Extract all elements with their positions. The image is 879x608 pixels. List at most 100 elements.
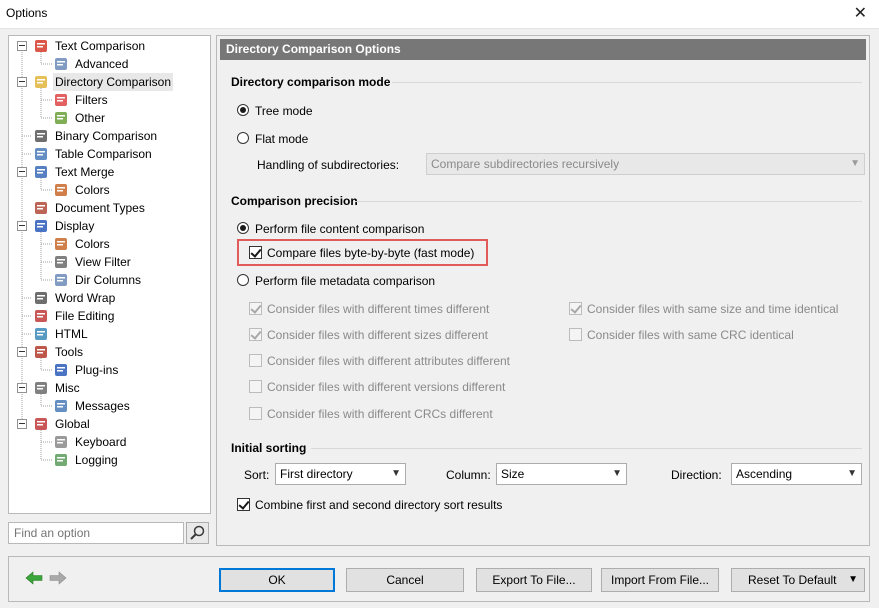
collapse-toggle-icon[interactable] <box>17 77 27 87</box>
tree-item-label: Document Types <box>55 201 145 215</box>
collapse-toggle-icon[interactable] <box>17 347 27 357</box>
checkbox-checked <box>249 328 262 341</box>
html-icon <box>33 326 49 342</box>
tree-item-label: Plug-ins <box>75 363 119 377</box>
binary-comparison-icon <box>33 128 49 144</box>
direction-value: Ascending <box>736 467 793 481</box>
checkbox-unchecked <box>249 380 262 393</box>
table-comparison-icon <box>33 146 49 162</box>
chevron-down-icon[interactable]: ▼ <box>848 569 858 591</box>
checkbox-unchecked <box>569 328 582 341</box>
collapse-toggle-icon[interactable] <box>17 41 27 51</box>
reset-label: Reset To Default <box>748 573 837 587</box>
palette-icon <box>53 236 69 252</box>
tree-item-label: Colors <box>75 237 110 251</box>
misc-icon <box>33 380 49 396</box>
direction-select[interactable]: Ascending ▼ <box>731 463 862 485</box>
plugins-icon <box>53 362 69 378</box>
attributes-label: Consider files with different attributes… <box>267 354 511 368</box>
divider <box>355 201 862 202</box>
cancel-button[interactable]: Cancel <box>346 568 464 592</box>
same-crc-label: Consider files with same CRC identical <box>587 328 794 342</box>
collapse-toggle-icon[interactable] <box>17 167 27 177</box>
tools-icon <box>33 344 49 360</box>
byte-by-byte-label: Compare files byte-by-byte (fast mode) <box>267 246 475 260</box>
checkbox-unchecked <box>249 407 262 420</box>
view-filter-icon <box>53 254 69 270</box>
close-icon[interactable]: ✕ <box>854 3 867 23</box>
checkbox-checked <box>249 246 262 259</box>
window-title: Options <box>6 6 48 20</box>
checkbox-unchecked <box>249 354 262 367</box>
tree-item-label: Display <box>55 219 95 233</box>
import-button[interactable]: Import From File... <box>601 568 719 592</box>
divider <box>311 448 862 449</box>
sizes-label: Consider files with different sizes diff… <box>267 328 488 342</box>
palette-icon <box>53 182 69 198</box>
tree-item-label: Table Comparison <box>55 147 152 161</box>
collapse-toggle-icon[interactable] <box>17 383 27 393</box>
directory-comparison-icon <box>33 74 49 90</box>
tree-item-label: Filters <box>75 93 108 107</box>
chevron-down-icon: ▼ <box>850 158 860 169</box>
tree-mode-label: Tree mode <box>255 104 313 118</box>
back-arrow-icon[interactable] <box>25 571 43 585</box>
checkbox-checked <box>569 302 582 315</box>
combine-sort-label: Combine first and second directory sort … <box>255 498 503 512</box>
search-button[interactable] <box>186 522 209 544</box>
tree-item-label: Advanced <box>75 57 129 71</box>
chevron-down-icon: ▼ <box>612 468 622 479</box>
word-wrap-icon <box>33 290 49 306</box>
versions-label: Consider files with different versions d… <box>267 380 506 394</box>
checkbox-checked <box>249 302 262 315</box>
tree-item-label: View Filter <box>75 255 131 269</box>
sort-select[interactable]: First directory ▼ <box>275 463 406 485</box>
tree-item-label: Other <box>75 111 106 125</box>
advanced-settings-icon <box>53 56 69 72</box>
dir-columns-icon <box>53 272 69 288</box>
tree-item-label: Directory Comparison <box>53 73 174 91</box>
mode-section-title: Directory comparison mode <box>231 75 391 89</box>
radio-unselected <box>237 132 249 144</box>
content-comparison-label: Perform file content comparison <box>255 222 425 236</box>
tree-item-label: Text Merge <box>55 165 115 179</box>
column-value: Size <box>501 467 525 481</box>
text-merge-icon <box>33 164 49 180</box>
subdirs-value: Compare subdirectories recursively <box>431 157 620 171</box>
divider <box>392 82 862 83</box>
tree-item-label: Global <box>55 417 90 431</box>
radio-selected <box>237 104 249 116</box>
file-editing-icon <box>33 308 49 324</box>
tree-item-label: Binary Comparison <box>55 129 158 143</box>
tree-item-label: File Editing <box>55 309 115 323</box>
text-comparison-icon <box>33 38 49 54</box>
chevron-down-icon: ▼ <box>391 468 401 479</box>
forward-arrow-icon[interactable] <box>49 571 67 585</box>
tree-item-label: Word Wrap <box>55 291 116 305</box>
collapse-toggle-icon[interactable] <box>17 419 27 429</box>
title-bar: Options ✕ <box>0 0 879 29</box>
tree-item-label: Colors <box>75 183 110 197</box>
reset-button[interactable]: Reset To Default ▼ <box>731 568 865 592</box>
ok-button[interactable]: OK <box>219 568 335 592</box>
display-monitor-icon <box>33 218 49 234</box>
radio-selected <box>237 222 249 234</box>
column-select[interactable]: Size ▼ <box>496 463 627 485</box>
logging-icon <box>53 452 69 468</box>
tree-item-label: Tools <box>55 345 84 359</box>
chevron-down-icon: ▼ <box>847 468 857 479</box>
export-button[interactable]: Export To File... <box>476 568 592 592</box>
tree-item-label: Misc <box>55 381 80 395</box>
collapse-toggle-icon[interactable] <box>17 221 27 231</box>
metadata-comparison-label: Perform file metadata comparison <box>255 274 436 288</box>
same-size-time-label: Consider files with same size and time i… <box>587 302 839 316</box>
checkbox-checked <box>237 498 250 511</box>
subdirs-label: Handling of subdirectories: <box>257 158 400 172</box>
tree-item-label: Keyboard <box>75 435 127 449</box>
options-tree[interactable]: Text Comparison Advanced Directory Compari… <box>8 35 211 514</box>
crcs-label: Consider files with different CRCs diffe… <box>267 407 493 421</box>
tree-item-label: Text Comparison <box>55 39 146 53</box>
subdirs-select[interactable]: Compare subdirectories recursively ▼ <box>426 153 865 175</box>
tree-item-label: Messages <box>75 399 130 413</box>
search-input[interactable] <box>8 522 184 544</box>
